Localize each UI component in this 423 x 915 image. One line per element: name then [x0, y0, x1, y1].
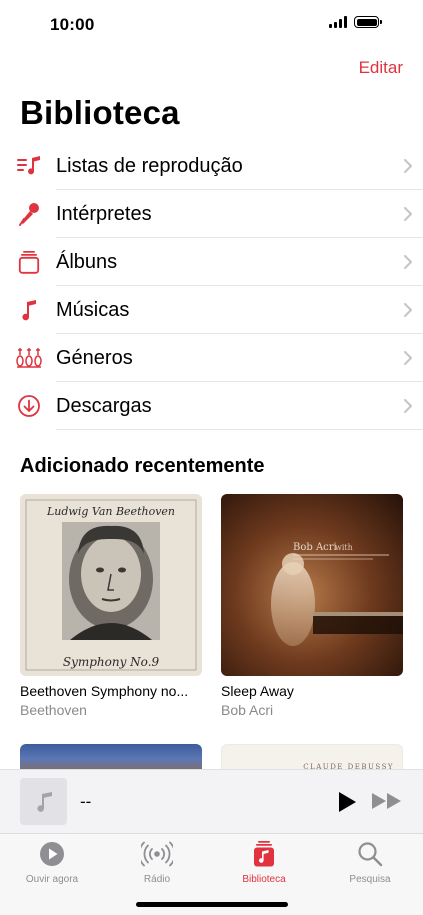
section-title-recently-added: Adicionado recentemente: [20, 455, 265, 477]
tab-listen-now[interactable]: Ouvir agora: [7, 840, 97, 885]
home-indicator[interactable]: [136, 902, 288, 907]
genres-icon: [0, 346, 56, 370]
chevron-right-icon: [393, 159, 423, 173]
library-item-label: Intérpretes: [56, 202, 152, 225]
cover-top-text: Ludwig Van Beethoven: [46, 505, 175, 518]
library-item-songs[interactable]: Músicas: [0, 286, 423, 334]
tab-label: Ouvir agora: [25, 874, 79, 885]
album-cover: Ludwig Van Beethoven Symphony No.9: [20, 494, 202, 676]
library-item-label: Listas de reprodução: [56, 154, 243, 177]
cover-with-text: with: [335, 543, 353, 552]
album-card[interactable]: Ludwig Van Beethoven Symphony No.9 Beeth…: [20, 494, 202, 718]
cover-bottom-text: Symphony No.9: [63, 655, 160, 669]
page-title: Biblioteca: [20, 94, 180, 131]
fast-forward-icon[interactable]: [371, 792, 403, 815]
search-icon: [325, 840, 415, 868]
status-bar: 10:00: [0, 0, 423, 50]
cover-artist-name: Bob Acri: [293, 542, 337, 553]
signal-icon: [329, 16, 347, 28]
chevron-right-icon: [393, 207, 423, 221]
playlist-icon: [0, 155, 56, 177]
library-item-downloads[interactable]: Descargas: [0, 382, 423, 430]
library-item-genres[interactable]: Géneros: [0, 334, 423, 382]
chevron-right-icon: [393, 399, 423, 413]
music-note-icon: [0, 299, 56, 321]
chevron-right-icon: [393, 255, 423, 269]
mini-player[interactable]: --: [0, 769, 423, 833]
play-icon[interactable]: [337, 791, 357, 818]
microphone-icon: [0, 202, 56, 226]
chevron-right-icon: [393, 351, 423, 365]
edit-button[interactable]: Editar: [359, 58, 403, 78]
library-item-label: Descargas: [56, 394, 152, 417]
library-item-albums[interactable]: Álbuns: [0, 238, 423, 286]
library-item-label: Géneros: [56, 346, 133, 369]
battery-icon: [354, 16, 382, 28]
library-list: Listas de reprodução Intérpretes Álbuns: [0, 142, 423, 430]
album-artist: Beethoven: [20, 702, 87, 718]
album-cover: Bob Acri with: [221, 494, 403, 676]
library-icon: [219, 840, 309, 868]
tab-label: Pesquisa: [349, 874, 391, 885]
tab-library[interactable]: Biblioteca: [219, 840, 309, 885]
album-title: Sleep Away: [221, 683, 294, 699]
library-item-playlists[interactable]: Listas de reprodução: [0, 142, 423, 190]
tab-search[interactable]: Pesquisa: [325, 840, 415, 885]
download-icon: [0, 394, 56, 418]
tab-radio[interactable]: Rádio: [112, 840, 202, 885]
mini-player-artwork: [20, 778, 67, 825]
album-title: Beethoven Symphony no...: [20, 683, 189, 699]
tab-label: Biblioteca: [242, 874, 286, 885]
album-artist: Bob Acri: [221, 702, 274, 718]
album-stack-icon: [0, 250, 56, 274]
radio-icon: [112, 840, 202, 868]
chevron-right-icon: [393, 303, 423, 317]
library-item-artists[interactable]: Intérpretes: [0, 190, 423, 238]
album-card[interactable]: Bob Acri with Sleep Away Bob Acri: [221, 494, 403, 718]
library-item-label: Músicas: [56, 298, 130, 321]
play-circle-icon: [7, 840, 97, 868]
tab-bar: Ouvir agora Rádio Biblioteca Pesquisa: [0, 833, 423, 915]
music-note-icon: [36, 791, 52, 812]
tab-label: Rádio: [143, 874, 171, 885]
status-time: 10:00: [50, 15, 95, 34]
library-item-label: Álbuns: [56, 250, 118, 273]
